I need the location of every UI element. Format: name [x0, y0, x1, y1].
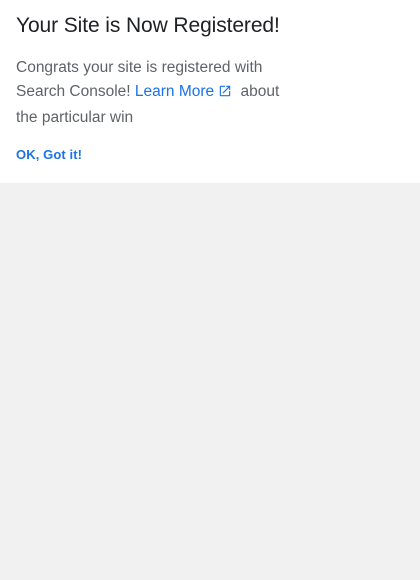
dialog-title: Your Site is Now Registered! [16, 14, 280, 37]
dialog-message: Congrats your site is registered with Se… [16, 56, 296, 130]
ok-got-it-button[interactable]: OK, Got it! [16, 147, 82, 162]
registration-notice-card: Your Site is Now Registered! Congrats yo… [0, 0, 420, 183]
learn-more-link[interactable]: Learn More [135, 83, 236, 100]
external-link-icon [218, 82, 232, 106]
page-backdrop [0, 183, 420, 580]
learn-more-label: Learn More [134, 83, 215, 100]
